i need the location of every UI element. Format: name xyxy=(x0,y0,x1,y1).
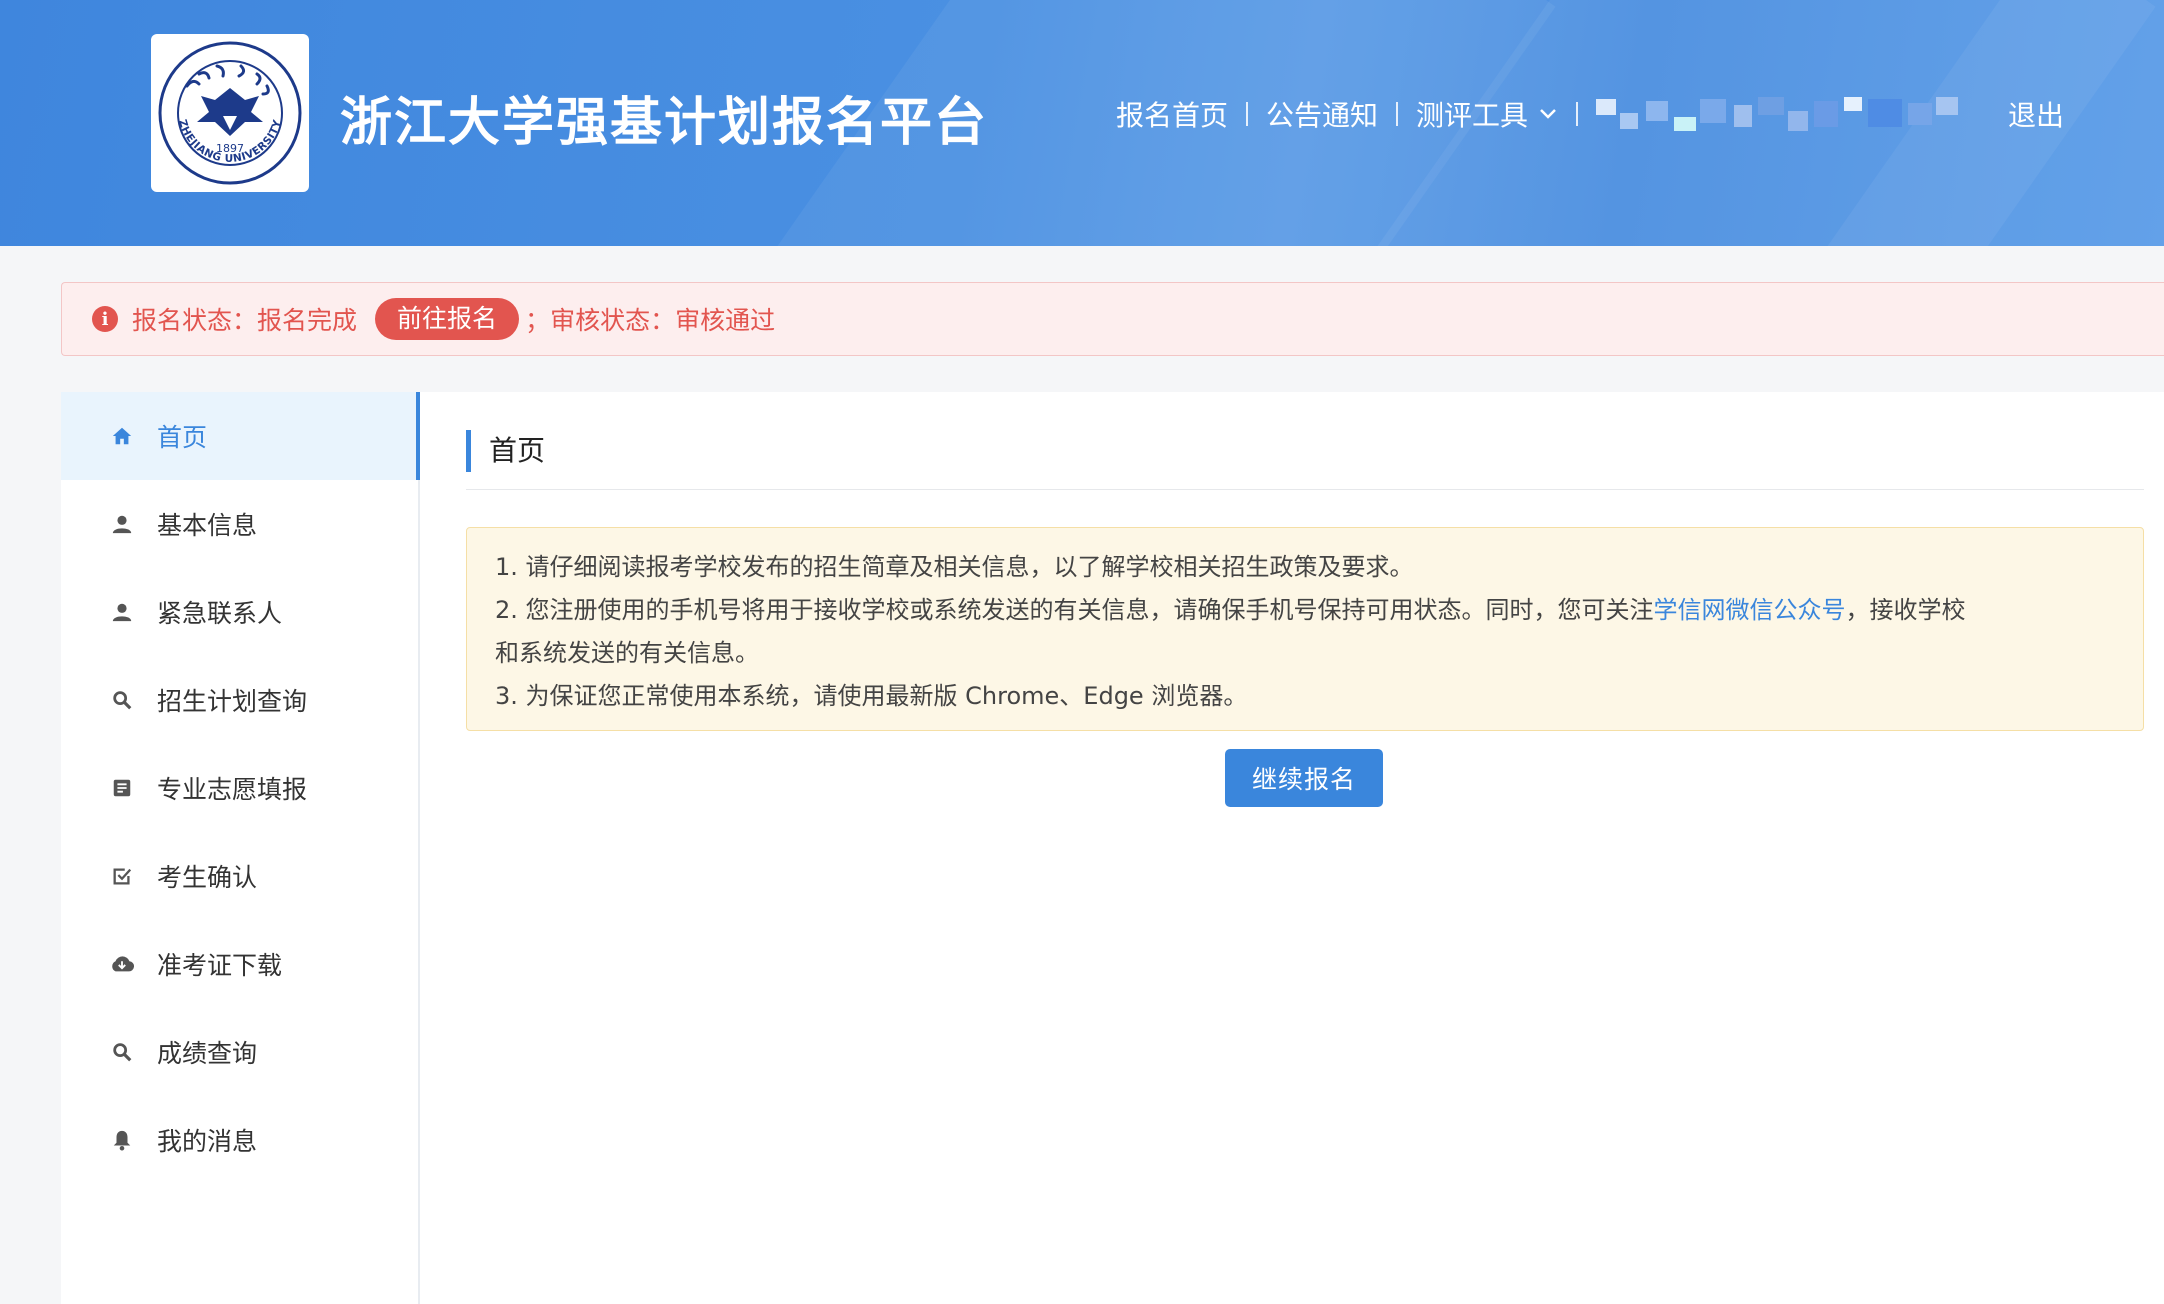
registration-status-alert: i 报名状态： 报名完成 前往报名 ； 审核状态： 审核通过 xyxy=(61,282,2164,356)
user-name-redacted xyxy=(1596,95,1976,133)
logout-link[interactable]: 退出 xyxy=(2008,94,2064,134)
sidebar-item-label: 专业志愿填报 xyxy=(157,775,308,804)
sidebar-item-score-query[interactable]: 成绩查询 xyxy=(61,1008,418,1096)
notice-box: 1. 请仔细阅读报考学校发布的招生简章及相关信息，以了解学校相关招生政策及要求。… xyxy=(466,527,2144,731)
registration-status-label: 报名状态： xyxy=(132,306,258,335)
chevron-down-icon xyxy=(1540,109,1556,119)
site-header: 1897 ZHEJIANG UNIVERSITY 浙江大学强基计划报名平台 报名… xyxy=(0,0,2164,246)
wechat-account-link[interactable]: 学信网微信公众号 xyxy=(1654,596,1846,624)
sidebar-item-major-preference[interactable]: 专业志愿填报 xyxy=(61,744,418,832)
sidebar-item-admission-ticket[interactable]: 准考证下载 xyxy=(61,920,418,1008)
nav-assessment-tools[interactable]: 测评工具 xyxy=(1416,94,1558,134)
audit-status-value: 审核通过 xyxy=(675,306,776,335)
sidebar-item-enrollment-plan[interactable]: 招生计划查询 xyxy=(61,656,418,744)
main-content: 首页 1. 请仔细阅读报考学校发布的招生简章及相关信息，以了解学校相关招生政策及… xyxy=(420,392,2164,1304)
sidebar-item-candidate-confirm[interactable]: 考生确认 xyxy=(61,832,418,920)
university-logo[interactable]: 1897 ZHEJIANG UNIVERSITY xyxy=(151,34,309,192)
user-icon xyxy=(109,599,135,625)
sidebar-item-label: 首页 xyxy=(157,423,208,452)
audit-status-label: 审核状态： xyxy=(550,306,676,335)
nav-separator xyxy=(1396,102,1399,126)
sidebar-item-my-messages[interactable]: 我的消息 xyxy=(61,1096,418,1184)
bell-icon xyxy=(109,1127,135,1153)
sidebar-item-label: 我的消息 xyxy=(157,1127,258,1156)
sidebar-item-label: 紧急联系人 xyxy=(157,599,283,628)
home-icon xyxy=(109,423,135,449)
sidebar-item-basic-info[interactable]: 基本信息 xyxy=(61,480,418,568)
notice-line-2-text: 2. 您注册使用的手机号将用于接收学校或系统发送的有关信息，请确保手机号保持可用… xyxy=(495,596,1654,624)
status-separator: ； xyxy=(525,306,551,335)
page-title: 首页 xyxy=(466,430,545,472)
sidebar-item-label: 考生确认 xyxy=(157,863,258,892)
sidebar-item-label: 招生计划查询 xyxy=(157,687,308,716)
sidebar-menu: 首页 基本信息 紧急联系人 招生计划查询 专业志愿填报 考生确认 准考证下载 成… xyxy=(61,392,420,1304)
sidebar-item-label: 基本信息 xyxy=(157,511,258,540)
site-title: 浙江大学强基计划报名平台 xyxy=(340,93,989,153)
sidebar-item-label: 准考证下载 xyxy=(157,951,283,980)
checkbox-icon xyxy=(109,863,135,889)
nav-separator xyxy=(1246,102,1249,126)
notice-line-2-tail: ，接收学校 xyxy=(1845,596,1966,624)
continue-registration-button[interactable]: 继续报名 xyxy=(1225,749,1383,807)
go-register-button[interactable]: 前往报名 xyxy=(375,298,520,340)
user-icon xyxy=(109,511,135,537)
registration-status-value: 报名完成 xyxy=(257,306,358,335)
sidebar-item-home[interactable]: 首页 xyxy=(61,392,420,480)
notice-line-1: 1. 请仔细阅读报考学校发布的招生简章及相关信息，以了解学校相关招生政策及要求。 xyxy=(495,553,1414,581)
info-icon: i xyxy=(92,306,118,332)
search-icon xyxy=(109,1039,135,1065)
notice-line-2-continued: 和系统发送的有关信息。 xyxy=(495,639,759,667)
notice-line-2: 2. 您注册使用的手机号将用于接收学校或系统发送的有关信息，请确保手机号保持可用… xyxy=(495,589,2115,632)
zju-seal-icon: 1897 ZHEJIANG UNIVERSITY xyxy=(158,41,302,185)
cloud-download-icon xyxy=(109,951,135,977)
nav-separator xyxy=(1576,102,1579,126)
notice-line-3: 3. 为保证您正常使用本系统，请使用最新版 Chrome、Edge 浏览器。 xyxy=(495,682,1248,710)
document-icon xyxy=(109,775,135,801)
sidebar-item-label: 成绩查询 xyxy=(157,1039,258,1068)
top-nav: 报名首页 公告通知 测评工具 退出 xyxy=(1116,92,2064,136)
search-icon xyxy=(109,687,135,713)
sidebar-item-emergency-contact[interactable]: 紧急联系人 xyxy=(61,568,418,656)
nav-registration-home[interactable]: 报名首页 xyxy=(1116,94,1228,134)
title-divider xyxy=(466,489,2144,490)
nav-assessment-tools-label: 测评工具 xyxy=(1416,99,1529,132)
nav-announcements[interactable]: 公告通知 xyxy=(1266,94,1378,134)
